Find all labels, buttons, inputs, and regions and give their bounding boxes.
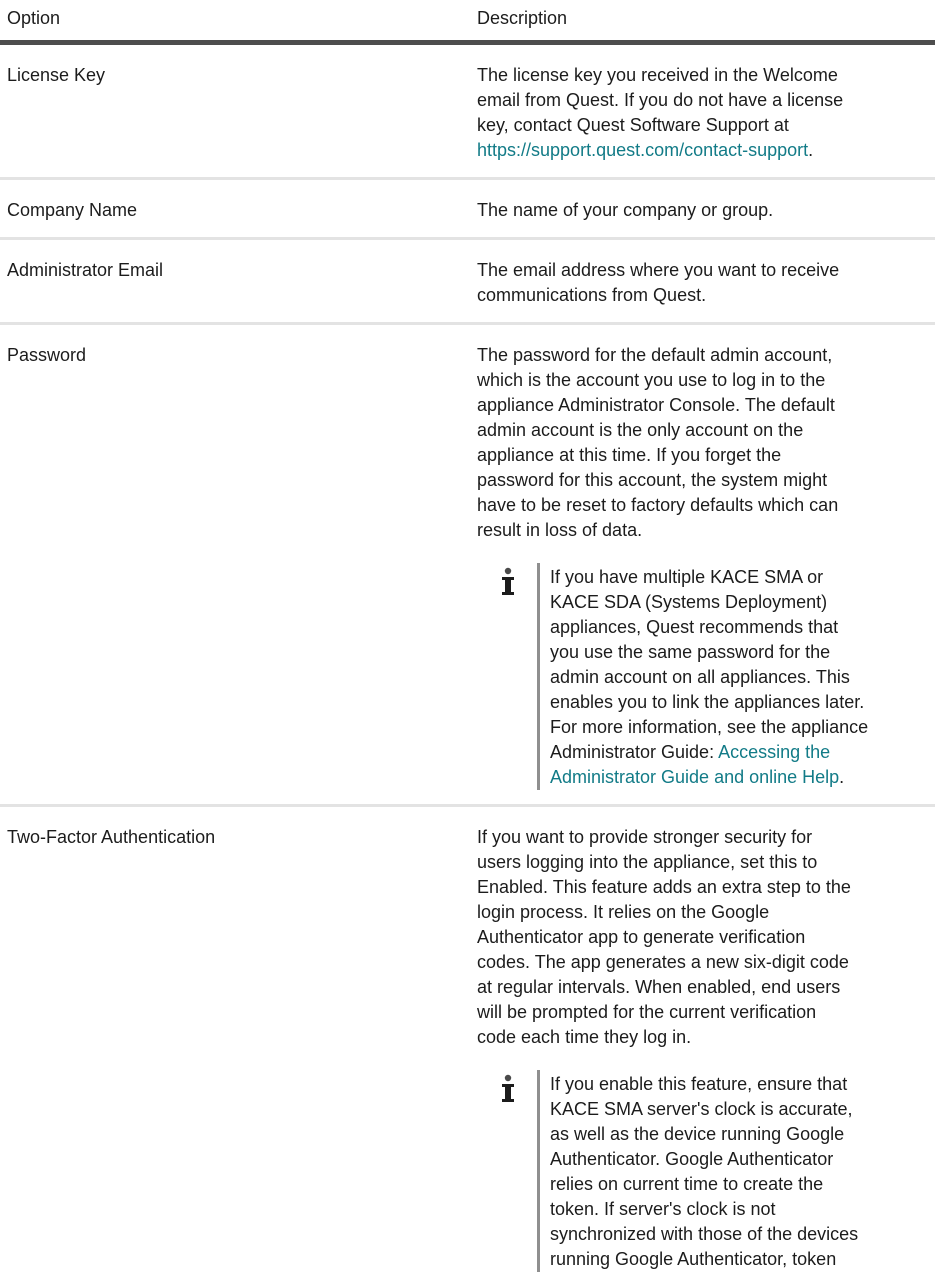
info-icon	[502, 1074, 514, 1102]
option-label: Administrator Email	[7, 260, 164, 280]
description-text: The name of your company or group.	[477, 200, 774, 220]
table-row-license-key: License Key The license key you received…	[0, 45, 935, 180]
note-bar	[537, 563, 540, 790]
option-description: The password for the default admin accou…	[477, 325, 868, 804]
option-description: The name of your company or group.	[477, 180, 857, 237]
table-row-two-factor-authentication: Two-Factor Authentication If you want to…	[0, 807, 935, 1286]
option-label: Company Name	[7, 200, 138, 220]
description-text-end: .	[808, 140, 814, 160]
note-bar	[537, 1070, 540, 1272]
note-text-body: If you have multiple KACE SMA or KACE SD…	[550, 567, 869, 762]
description-text: The email address where you want to rece…	[477, 260, 840, 305]
support-link[interactable]: https://support.quest.com/contact-suppor…	[477, 140, 808, 160]
option-description: The license key you received in the Welc…	[477, 45, 857, 177]
note-callout: If you have multiple KACE SMA or KACE SD…	[477, 563, 868, 790]
description-text: The license key you received in the Welc…	[477, 65, 844, 135]
description-text: If you want to provide stronger security…	[477, 827, 851, 1047]
option-description: The email address where you want to rece…	[477, 240, 857, 322]
note-text: If you have multiple KACE SMA or KACE SD…	[550, 565, 870, 790]
note-callout: If you enable this feature, ensure that …	[477, 1070, 858, 1272]
option-label: License Key	[7, 65, 106, 85]
header-option: Option	[7, 8, 61, 28]
description-text: The password for the default admin accou…	[477, 345, 839, 540]
table-row-administrator-email: Administrator Email The email address wh…	[0, 240, 935, 325]
table-row-company-name: Company Name The name of your company or…	[0, 180, 935, 240]
header-description: Description	[477, 8, 568, 28]
info-icon	[502, 567, 514, 595]
option-description: If you want to provide stronger security…	[477, 807, 858, 1286]
table-row-password: Password The password for the default ad…	[0, 325, 935, 807]
note-text-end: .	[839, 767, 845, 787]
table-header: Option Description	[0, 0, 935, 45]
option-label: Two-Factor Authentication	[7, 827, 216, 847]
note-text: If you enable this feature, ensure that …	[550, 1074, 859, 1269]
option-label: Password	[7, 345, 87, 365]
options-table: Option Description License Key The licen…	[0, 0, 935, 1286]
